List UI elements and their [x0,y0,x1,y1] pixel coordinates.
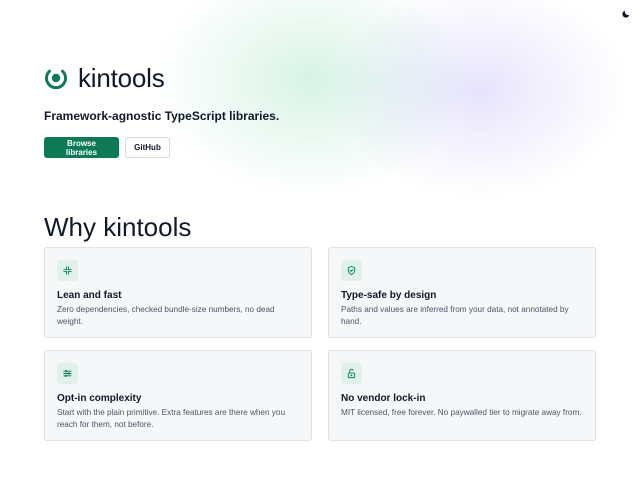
unlock-icon [347,368,356,379]
brand-name: kintools [78,62,165,93]
sliders-icon [63,370,72,377]
feature-text: Start with the plain primitive. Extra fe… [57,408,285,429]
feature-text: Zero dependencies, checked bundle-size n… [57,305,275,326]
feature-icon-box [57,260,78,281]
brand: kintools [44,62,604,93]
section-title: Why kintools [44,212,192,242]
feature-title: Type-safe by design [341,290,437,301]
hero-actions: Browse libraries GitHub [44,137,604,158]
hero-tagline: Framework-agnostic TypeScript libraries. [44,109,280,123]
shield-check-icon [347,265,356,276]
feature-card-opt-in: Opt-in complexity Start with the plain p… [44,350,312,441]
feature-card-lean: Lean and fast Zero dependencies, checked… [44,247,312,338]
feature-title: Opt-in complexity [57,393,142,404]
feature-text: Paths and values are inferred from your … [341,305,569,326]
feature-title: Lean and fast [57,290,122,301]
moon-icon [622,10,630,18]
github-button[interactable]: GitHub [125,137,170,158]
feature-text: MIT licensed, free forever. No paywalled… [341,408,582,417]
feature-title: No vendor lock-in [341,393,426,404]
kintools-logo-icon [45,69,67,90]
hero: kintools Framework-agnostic TypeScript l… [44,62,604,158]
feature-card-no-lock-in: No vendor lock-in MIT licensed, free for… [328,350,596,441]
feature-icon-box [341,260,362,281]
feature-card-type-safe: Type-safe by design Paths and values are… [328,247,596,338]
theme-toggle-button[interactable] [620,8,632,20]
feature-icon-box [341,363,362,384]
compress-icon [63,266,72,275]
browse-libraries-button[interactable]: Browse libraries [44,137,119,158]
feature-icon-box [57,363,78,384]
